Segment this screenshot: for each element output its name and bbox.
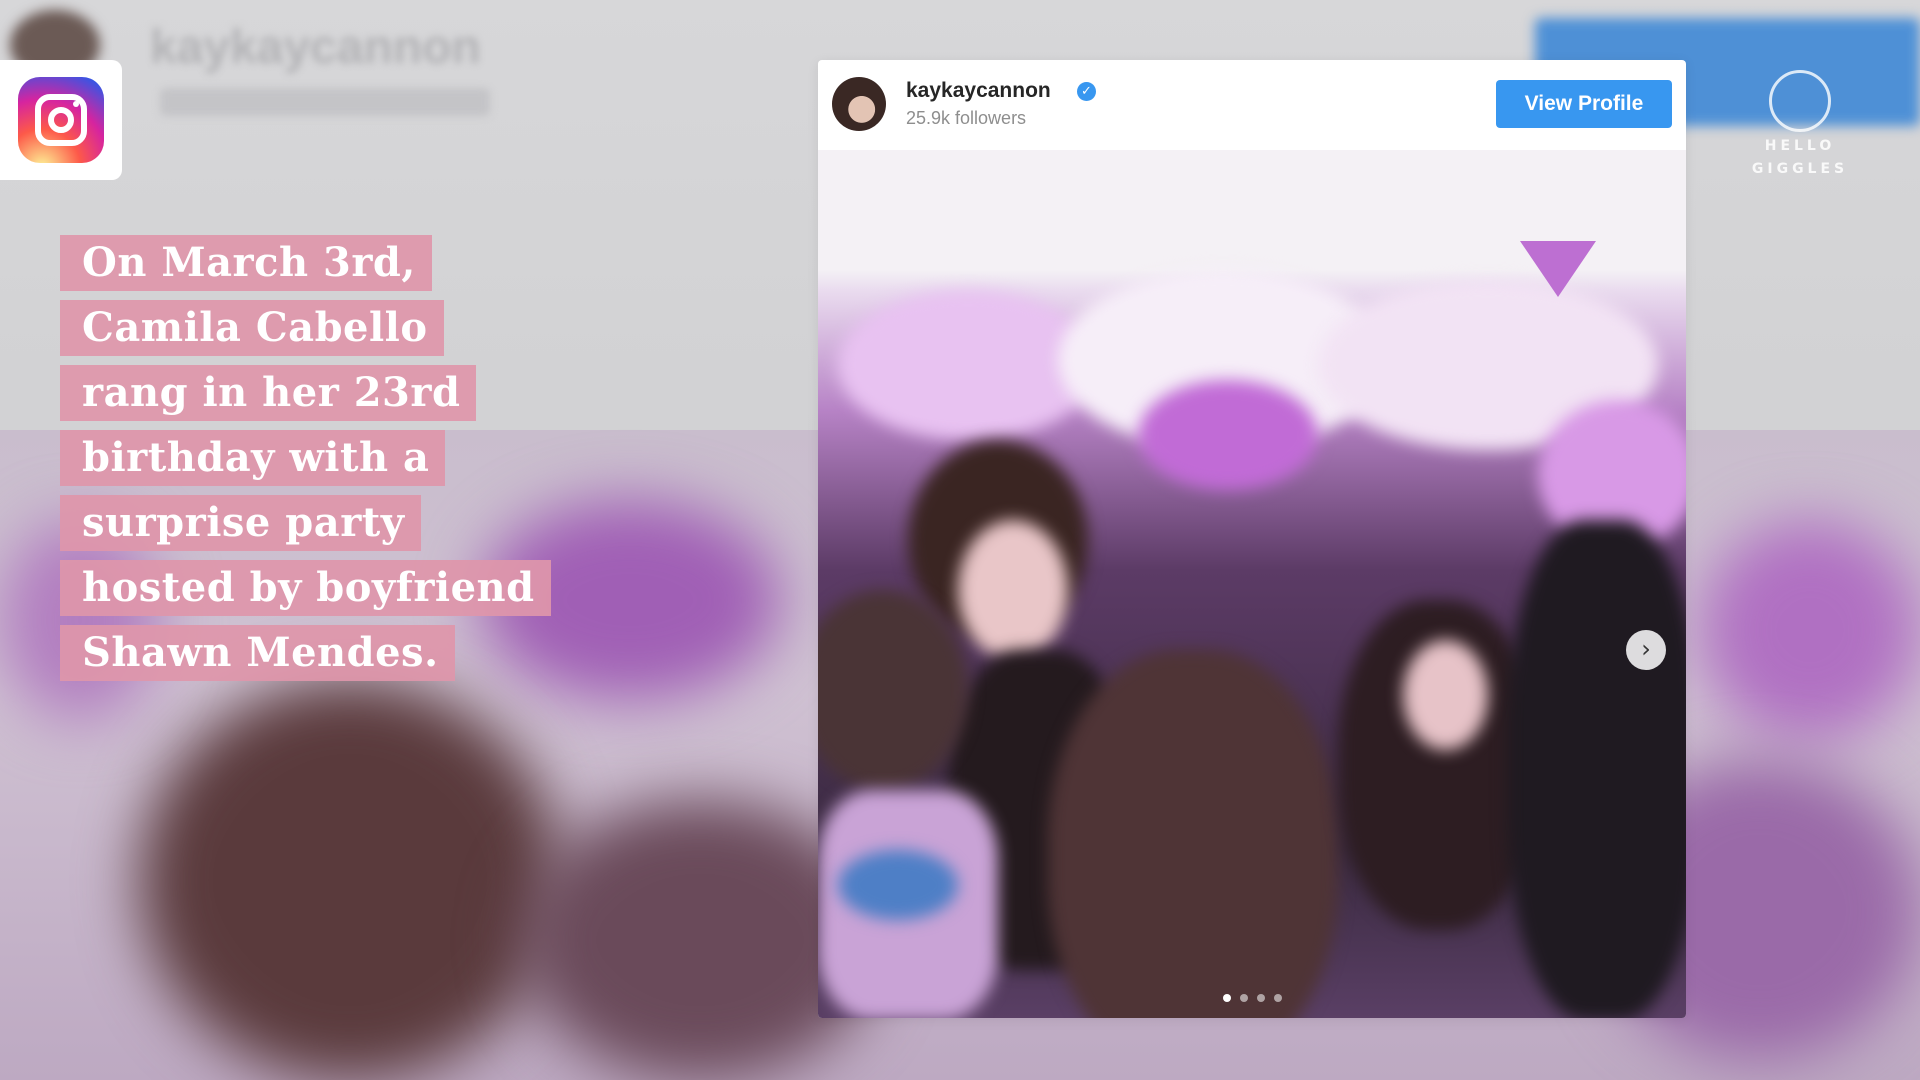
post-photo[interactable]: › <box>818 150 1686 1018</box>
blue-scarf <box>838 850 958 920</box>
purple-triangle-graphic <box>1520 241 1596 297</box>
caption-line: On March 3rd, <box>60 235 432 291</box>
caption-line: Camila Cabello <box>60 300 444 356</box>
post-username[interactable]: kaykaycannon <box>906 79 1051 103</box>
chevron-right-icon[interactable]: › <box>1626 630 1666 670</box>
caption-line: surprise party <box>60 495 421 551</box>
caption-line: Shawn Mendes. <box>60 625 455 681</box>
view-profile-button[interactable]: View Profile <box>1496 80 1672 128</box>
background-blob <box>140 680 560 1080</box>
verified-badge-icon: ✓ <box>1077 82 1096 101</box>
avatar[interactable] <box>832 77 886 131</box>
watermark-line2: GIGGLES <box>1751 161 1849 177</box>
flower-cluster <box>1138 380 1318 490</box>
carousel-dot[interactable] <box>1273 994 1282 1002</box>
person-hair <box>1048 650 1338 1018</box>
hellogiggles-watermark: HELLO GIGGLES <box>1740 70 1860 178</box>
background-username: kaykaycannon <box>150 21 481 74</box>
person-face <box>958 520 1068 660</box>
background-blob <box>1700 520 1920 740</box>
post-header: kaykaycannon ✓ 25.9k followers View Prof… <box>818 60 1686 150</box>
instagram-logo-icon <box>18 77 104 163</box>
caption-block: On March 3rd, Camila Cabello rang in her… <box>60 235 551 690</box>
carousel-dot[interactable] <box>1239 994 1248 1002</box>
follower-count: 25.9k followers <box>906 108 1027 128</box>
caption-line: birthday with a <box>60 430 446 486</box>
carousel-dot[interactable] <box>1256 994 1265 1002</box>
instagram-post-card: kaykaycannon ✓ 25.9k followers View Prof… <box>818 60 1686 1018</box>
carousel-dot[interactable] <box>1222 994 1231 1002</box>
person-face <box>1403 640 1488 750</box>
background-followers <box>160 88 490 116</box>
caption-line: rang in her 23rd <box>60 365 477 421</box>
watermark-line1: HELLO <box>1764 138 1836 154</box>
carousel-indicator <box>818 994 1686 1002</box>
person-body <box>1508 520 1686 1018</box>
watermark-logo-icon <box>1769 70 1831 132</box>
caption-line: hosted by boyfriend <box>60 560 551 616</box>
instagram-badge <box>0 60 122 180</box>
